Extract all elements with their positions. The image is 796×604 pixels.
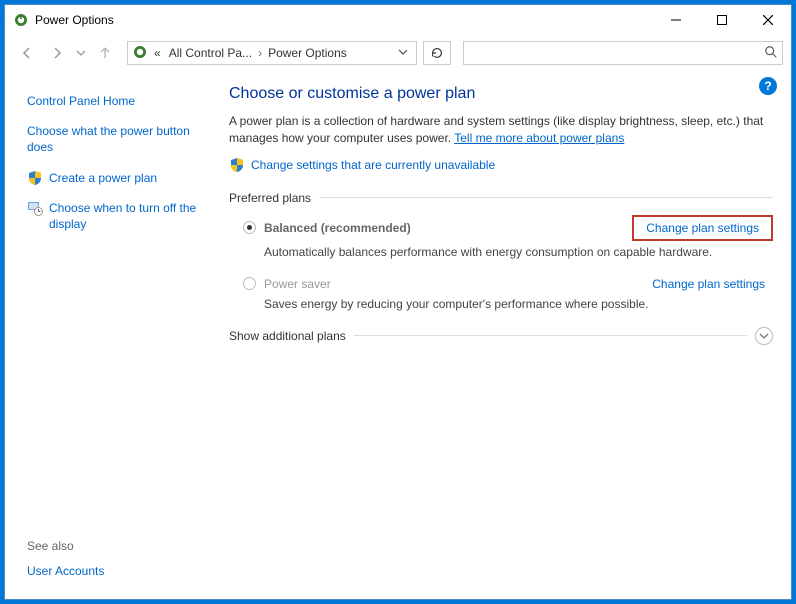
search-input[interactable] [468,46,764,60]
elevation-row: Change settings that are currently unava… [229,157,773,173]
sidebar-turn-off-display-link[interactable]: Choose when to turn off the display [49,200,205,232]
page-heading: Choose or customise a power plan [229,85,773,103]
plan-power-saver-radio[interactable] [243,277,256,290]
back-button[interactable] [13,39,41,67]
plan-power-saver-name: Power saver [264,277,331,291]
expand-button[interactable] [755,327,773,345]
search-box[interactable] [463,41,783,65]
divider [319,197,773,198]
plan-power-saver-change-link[interactable]: Change plan settings [644,275,773,293]
minimize-button[interactable] [653,5,699,35]
sidebar-user-accounts-link[interactable]: User Accounts [27,563,205,579]
see-also-heading: See also [27,539,205,553]
main-content: ? Choose or customise a power plan A pow… [211,75,779,591]
window: Power Options « All Control Pa [4,4,792,600]
plan-power-saver: Power saver Change plan settings Saves e… [243,275,773,311]
divider [354,335,747,336]
address-dropdown-icon[interactable] [392,46,414,60]
recent-locations-button[interactable] [73,39,89,67]
address-bar[interactable]: « All Control Pa... › Power Options [127,41,417,65]
up-button[interactable] [91,39,119,67]
breadcrumb-separator-icon: › [258,46,262,60]
refresh-button[interactable] [423,41,451,65]
help-icon[interactable]: ? [759,77,777,95]
shield-icon [27,170,43,186]
page-description: A power plan is a collection of hardware… [229,113,773,147]
plan-balanced-radio[interactable] [243,221,256,234]
breadcrumb-prefix: « [152,44,163,62]
sidebar-choose-button-link[interactable]: Choose what the power button does [27,123,205,155]
tell-me-more-link[interactable]: Tell me more about power plans [454,131,624,145]
preferred-plans-text: Preferred plans [229,191,311,205]
search-icon[interactable] [764,45,778,62]
breadcrumb-power-options[interactable]: Power Options [266,44,349,62]
plan-balanced-description: Automatically balances performance with … [264,245,773,259]
plan-balanced-name: Balanced (recommended) [264,221,411,235]
app-icon [13,12,29,28]
change-unavailable-settings-link[interactable]: Change settings that are currently unava… [251,158,495,172]
monitor-clock-icon [27,200,43,216]
maximize-button[interactable] [699,5,745,35]
preferred-plans-label: Preferred plans [229,191,773,205]
show-additional-plans-row[interactable]: Show additional plans [229,327,773,345]
body: Control Panel Home Choose what the power… [5,71,791,599]
shield-icon [229,157,245,173]
breadcrumb-control-panel[interactable]: All Control Pa... [167,44,254,62]
plan-balanced: Balanced (recommended) Change plan setti… [243,215,773,259]
close-button[interactable] [745,5,791,35]
plan-balanced-change-link[interactable]: Change plan settings [632,215,773,241]
sidebar-create-plan-link[interactable]: Create a power plan [49,170,157,186]
show-additional-plans-label: Show additional plans [229,329,346,343]
titlebar: Power Options [5,5,791,35]
forward-button[interactable] [43,39,71,67]
window-title: Power Options [35,13,653,27]
plan-power-saver-description: Saves energy by reducing your computer's… [264,297,773,311]
address-icon [132,44,148,63]
sidebar-home-link[interactable]: Control Panel Home [27,93,205,109]
sidebar: Control Panel Home Choose what the power… [13,75,211,591]
navbar: « All Control Pa... › Power Options [5,35,791,71]
